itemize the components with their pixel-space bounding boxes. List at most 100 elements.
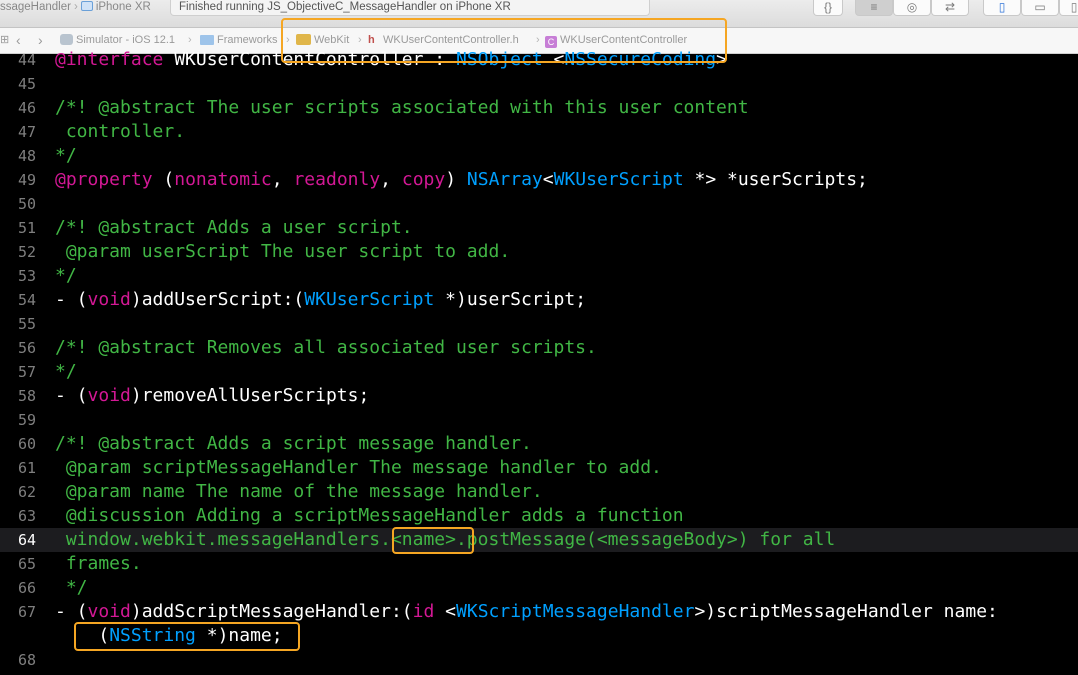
assistant-editor-icon[interactable]: ◎ xyxy=(893,0,931,16)
code-token: NSArray xyxy=(466,169,543,190)
code-token: /*! @abstract Adds a script message hand… xyxy=(55,433,532,454)
code-line[interactable]: 55 xyxy=(0,312,1078,336)
code-text: - (void)addUserScript:(WKUserScript *)us… xyxy=(55,288,586,312)
simulator-icon xyxy=(60,34,73,45)
code-token: @param name The name of the message hand… xyxy=(55,481,543,502)
code-token: - ( xyxy=(55,601,88,622)
code-token: */ xyxy=(55,265,77,286)
code-line[interactable]: 62 @param name The name of the message h… xyxy=(0,480,1078,504)
code-line[interactable]: 47 controller. xyxy=(0,120,1078,144)
scheme-target-label: ssageHandler xyxy=(0,1,71,13)
code-token: < xyxy=(542,169,554,190)
code-token: controller. xyxy=(55,121,186,142)
code-line[interactable]: 50 xyxy=(0,192,1078,216)
activity-status: Finished running JS_ObjectiveC_MessageHa… xyxy=(170,0,650,16)
code-line[interactable]: 49 @property (nonatomic, readonly, copy) … xyxy=(0,168,1078,192)
code-line[interactable]: 63 @discussion Adding a scriptMessageHan… xyxy=(0,504,1078,528)
code-line[interactable]: 51 /*! @abstract Adds a user script. xyxy=(0,216,1078,240)
code-token: WKUserScript xyxy=(304,289,435,310)
line-number: 58 xyxy=(17,387,36,405)
line-number: 67 xyxy=(17,603,36,621)
code-text: */ xyxy=(55,576,88,600)
code-line[interactable]: 57 */ xyxy=(0,360,1078,384)
debug-panel-icon[interactable]: ▭ xyxy=(1021,0,1059,16)
line-number: 60 xyxy=(17,435,36,453)
line-number: 56 xyxy=(17,339,36,357)
standard-editor-icon[interactable]: ≡ xyxy=(855,0,893,16)
code-line[interactable]: 65 frames. xyxy=(0,552,1078,576)
curly-braces-icon[interactable]: {} xyxy=(813,0,843,16)
line-number: 52 xyxy=(17,243,36,261)
line-number: 55 xyxy=(17,315,36,333)
line-number: 64 xyxy=(17,531,36,549)
code-line[interactable]: 67 - (void)addScriptMessageHandler:(id <W… xyxy=(0,600,1078,624)
code-token: WKScriptMessageHandler xyxy=(456,601,695,622)
code-line[interactable]: 56 /*! @abstract Removes all associated u… xyxy=(0,336,1078,360)
code-token: void xyxy=(87,385,131,406)
code-text: window.webkit.messageHandlers.<name>.pos… xyxy=(55,528,835,552)
code-line[interactable]: 46 /*! @abstract The user scripts associa… xyxy=(0,96,1078,120)
code-text: @param name The name of the message hand… xyxy=(55,480,543,504)
code-token: ) xyxy=(445,169,467,190)
code-text: (NSString *)name; xyxy=(55,624,283,648)
line-number: 61 xyxy=(17,459,36,477)
code-line[interactable]: 60 /*! @abstract Adds a script message ha… xyxy=(0,432,1078,456)
code-line[interactable]: 53 */ xyxy=(0,264,1078,288)
code-line[interactable]: 61 @param scriptMessageHandler The messa… xyxy=(0,456,1078,480)
code-token: , xyxy=(380,169,402,190)
code-line[interactable]: 45 xyxy=(0,72,1078,96)
code-text: - (void)removeAllUserScripts; xyxy=(55,384,369,408)
line-number: 62 xyxy=(17,483,36,501)
line-number: 57 xyxy=(17,363,36,381)
code-text: */ xyxy=(55,360,77,384)
code-token: < xyxy=(542,49,565,70)
code-text: /*! @abstract The user scripts associate… xyxy=(55,96,749,120)
navigator-panel-icon[interactable]: ▯ xyxy=(983,0,1021,16)
code-token: ( xyxy=(152,169,175,190)
code-line[interactable]: (NSString *)name; xyxy=(0,624,1078,648)
source-editor[interactable]: 44 @interface WKUserContentController : N… xyxy=(0,49,1078,675)
code-line[interactable]: 66 */ xyxy=(0,576,1078,600)
code-token: )removeAllUserScripts; xyxy=(130,385,370,406)
code-token: void xyxy=(87,289,131,310)
code-token: WKUserContentController : xyxy=(163,49,456,70)
line-number: 59 xyxy=(17,411,36,429)
code-text: */ xyxy=(55,144,77,168)
code-line[interactable]: 59 xyxy=(0,408,1078,432)
folder-icon xyxy=(200,35,214,45)
scheme-device-label: iPhone XR xyxy=(95,1,151,13)
code-token: @property xyxy=(55,169,153,190)
code-token: @param userScript The user script to add… xyxy=(55,241,511,262)
code-token: *)name; xyxy=(195,625,283,646)
code-line[interactable]: 54 - (void)addUserScript:(WKUserScript *)… xyxy=(0,288,1078,312)
code-token: void xyxy=(87,601,131,622)
code-line[interactable]: 68 xyxy=(0,648,1078,672)
code-token: )addUserScript:( xyxy=(130,289,305,310)
code-line[interactable]: 44 @interface WKUserContentController : N… xyxy=(0,48,1078,72)
chevron-right-icon: › xyxy=(73,1,78,13)
code-token: frames. xyxy=(55,553,142,574)
code-line[interactable]: 48 */ xyxy=(0,144,1078,168)
scheme-selector[interactable]: ssageHandler › iPhone XR xyxy=(0,0,151,16)
code-text: frames. xyxy=(55,552,142,576)
utilities-panel-icon[interactable]: ▯ xyxy=(1059,0,1078,16)
code-line[interactable]: 58 - (void)removeAllUserScripts; xyxy=(0,384,1078,408)
code-line[interactable]: 64 window.webkit.messageHandlers.<name>.… xyxy=(0,528,1078,552)
jumpbar-label: WebKit xyxy=(314,34,350,46)
version-editor-icon[interactable]: ⇄ xyxy=(931,0,969,16)
xcode-toolbar: ssageHandler › iPhone XR Finished running … xyxy=(0,0,1078,28)
line-number: 68 xyxy=(17,651,36,669)
class-icon: C xyxy=(545,36,557,48)
line-number: 65 xyxy=(17,555,36,573)
line-number: 51 xyxy=(17,219,36,237)
code-token: @interface xyxy=(55,49,164,70)
code-text: @param scriptMessageHandler The message … xyxy=(55,456,662,480)
code-token: NSSecureCoding xyxy=(564,49,717,70)
code-token: ( xyxy=(55,625,110,646)
code-line[interactable]: 52 @param userScript The user script to … xyxy=(0,240,1078,264)
code-text: controller. xyxy=(55,120,185,144)
code-text: /*! @abstract Removes all associated use… xyxy=(55,336,597,360)
jumpbar-label: Frameworks xyxy=(217,34,278,46)
status-text: Finished running JS_ObjectiveC_MessageHa… xyxy=(179,1,511,13)
line-number: 53 xyxy=(17,267,36,285)
